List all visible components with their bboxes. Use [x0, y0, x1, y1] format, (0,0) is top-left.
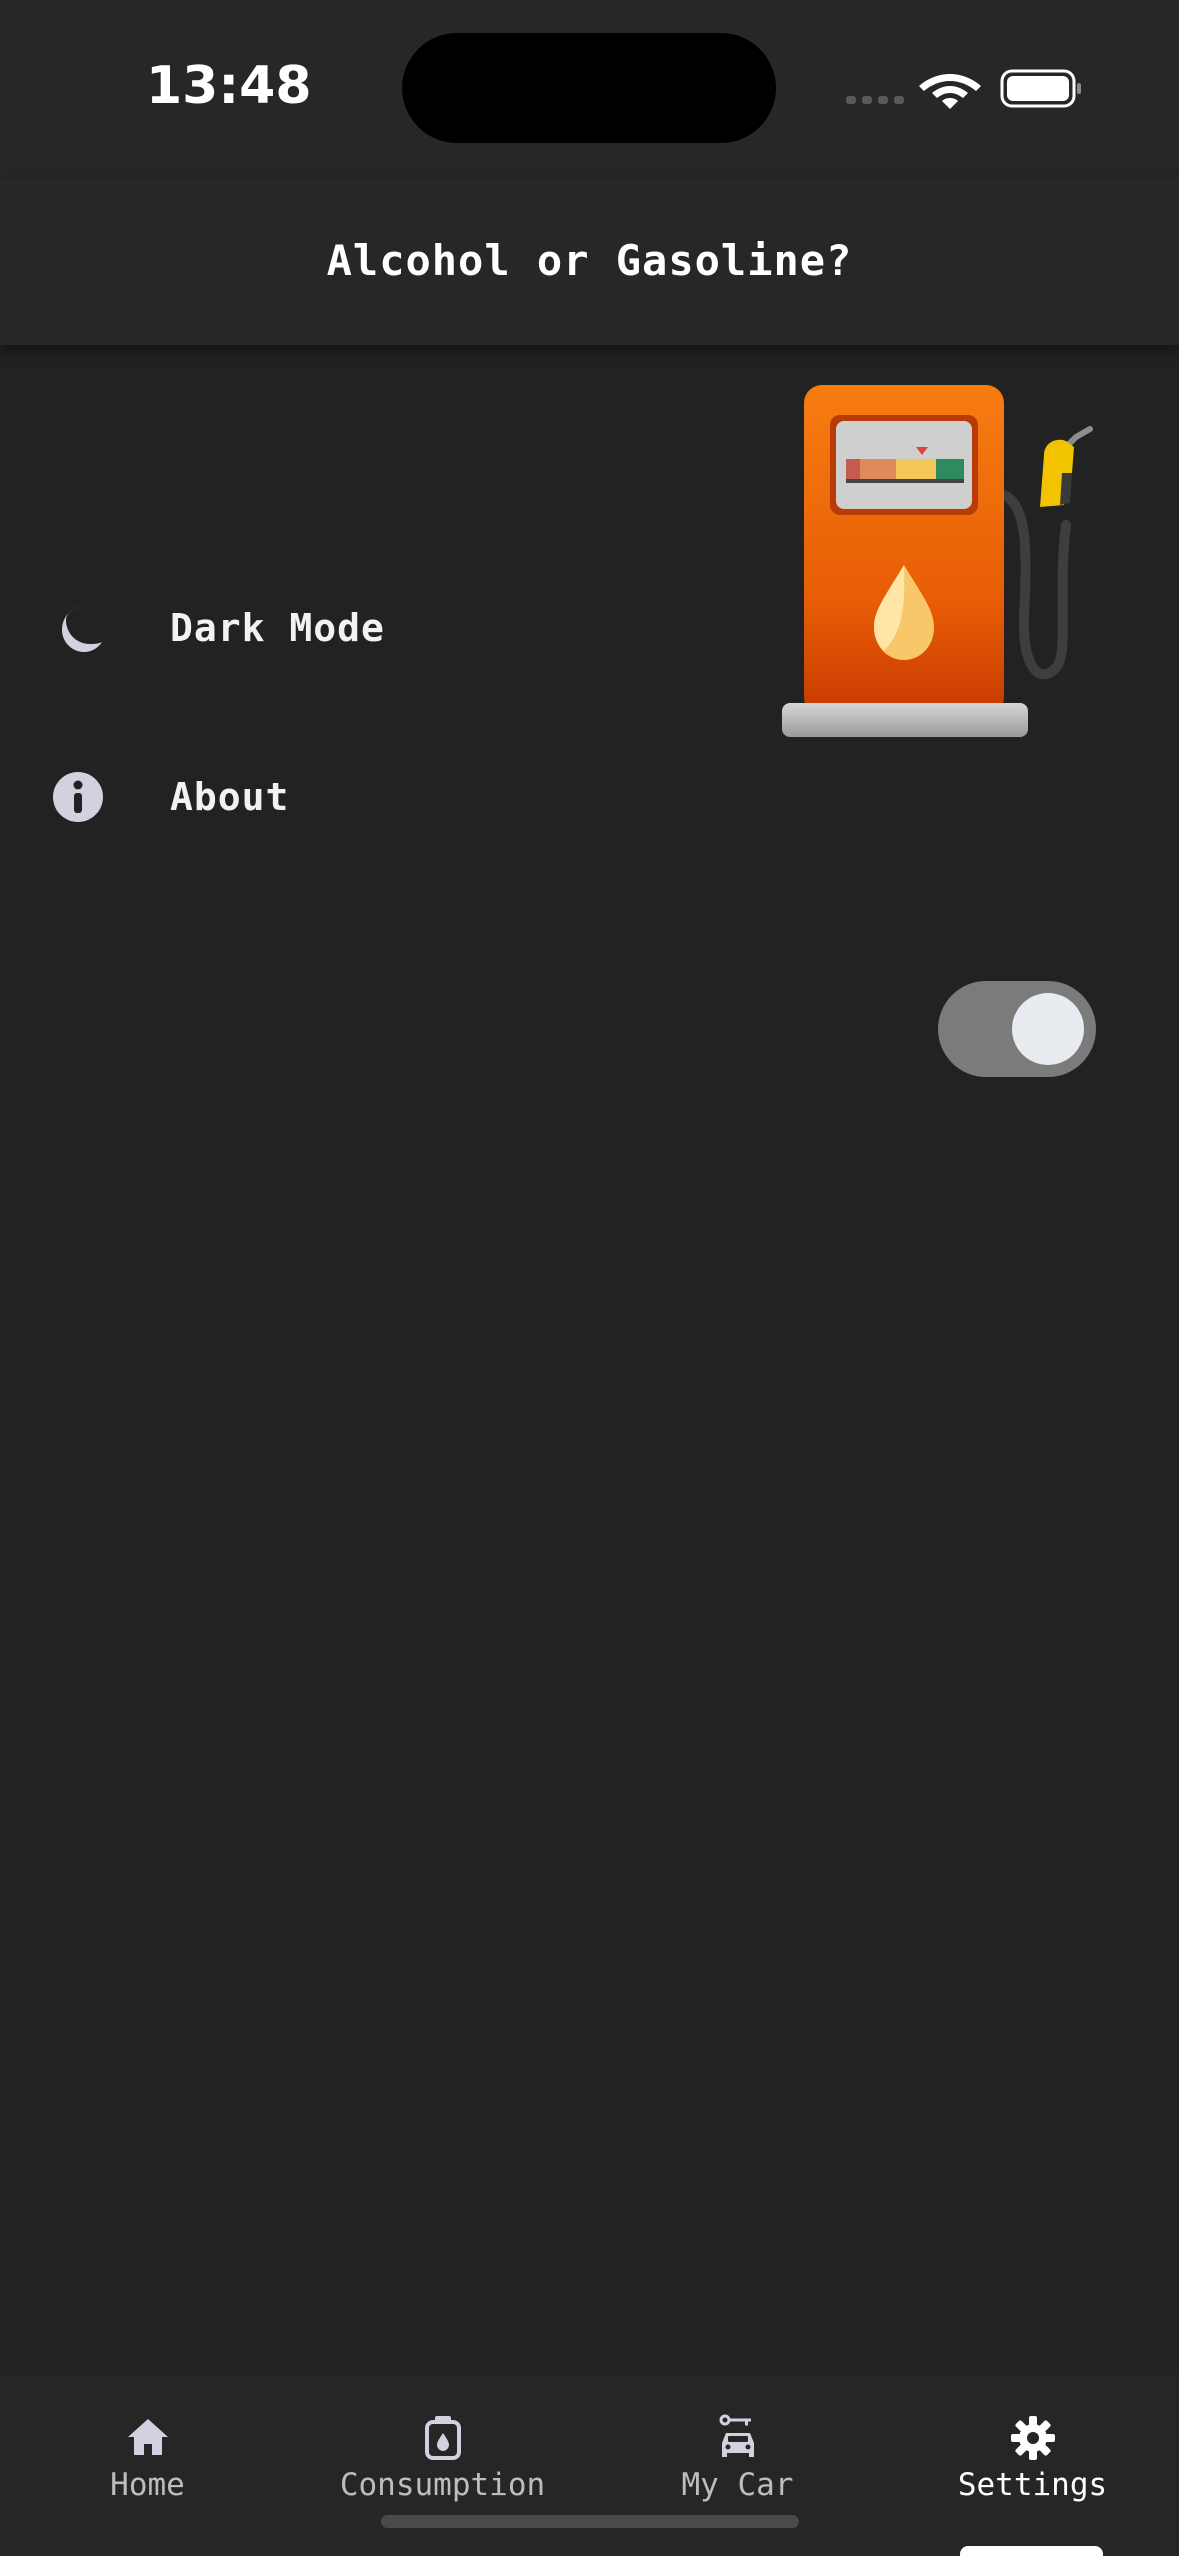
dark-mode-label: Dark Mode — [170, 606, 385, 650]
dynamic-island — [402, 33, 776, 143]
gear-icon — [1010, 2416, 1055, 2460]
status-icons — [846, 69, 1081, 109]
tab-settings-label: Settings — [957, 2467, 1108, 2503]
tab-my-car[interactable]: My Car — [590, 2413, 885, 2523]
setting-row-about[interactable]: About — [0, 737, 1179, 857]
tab-settings[interactable]: Settings — [885, 2413, 1179, 2523]
status-bar: 13:48 — [0, 0, 1179, 178]
page-title: Alcohol or Gasoline? — [326, 236, 853, 285]
settings-content: Dark Mode About — [0, 345, 1179, 2375]
dark-mode-toggle[interactable] — [938, 981, 1096, 1077]
info-icon — [53, 772, 103, 822]
tab-my-car-label: My Car — [681, 2467, 794, 2503]
tab-consumption[interactable]: Consumption — [295, 2413, 590, 2523]
tab-home-label: Home — [110, 2467, 185, 2503]
home-indicator — [381, 2515, 799, 2528]
tab-bar: Home Consumption My Car Settings — [0, 2375, 1179, 2556]
tab-consumption-label: Consumption — [339, 2467, 546, 2503]
car-icon — [719, 2414, 754, 2457]
home-icon — [127, 2419, 168, 2455]
moon-icon — [62, 606, 102, 652]
status-time: 13:48 — [146, 56, 312, 116]
app-header: Alcohol or Gasoline? — [0, 178, 1179, 345]
setting-row-dark-mode: Dark Mode — [0, 568, 1179, 688]
battery-icon — [1000, 69, 1081, 108]
fuel-can-icon — [424, 2416, 461, 2460]
about-label: About — [170, 775, 290, 819]
cellular-signal-icon — [846, 96, 904, 104]
wifi-icon — [919, 74, 981, 109]
tab-home[interactable]: Home — [0, 2413, 295, 2523]
active-tab-marker — [960, 2546, 1103, 2556]
toggle-knob — [1012, 993, 1084, 1065]
